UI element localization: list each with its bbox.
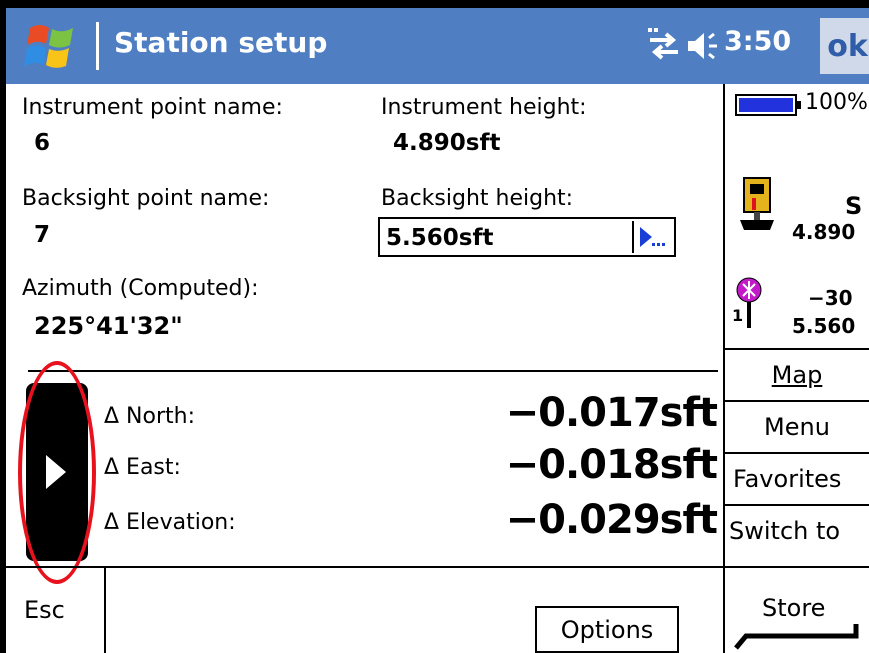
instrument-status-letter: S (845, 192, 863, 220)
switch-to-button[interactable]: Switch to (725, 504, 869, 556)
backsight-point-label: Backsight point name: (22, 186, 270, 211)
menu-button[interactable]: Menu (725, 400, 869, 452)
total-station-icon[interactable] (732, 172, 782, 244)
menu-button-label: Menu (764, 413, 830, 441)
map-button-label: Map (771, 361, 823, 389)
station-setup-screen: Station setup 3:50 ok Instrument point n… (0, 0, 869, 653)
delta-east-value: −0.018sft (505, 442, 718, 488)
store-button[interactable]: Store (762, 594, 825, 622)
bottom-bar-divider (6, 566, 869, 568)
enter-key-bracket-icon (734, 624, 859, 650)
title-bar: Station setup 3:50 ok (6, 8, 869, 84)
target-height: 5.560 (792, 314, 856, 338)
connectivity-icon[interactable] (646, 26, 682, 66)
instrument-point-label: Instrument point name: (22, 95, 283, 120)
backsight-point-value: 7 (34, 222, 51, 248)
window-title: Station setup (114, 26, 328, 59)
favorites-button-label: Favorites (733, 465, 842, 493)
switch-to-button-label: Switch to (729, 517, 841, 545)
instrument-height-value: 4.890sft (393, 130, 501, 156)
instrument-point-value: 6 (34, 130, 51, 156)
delta-east-label: Δ East: (104, 455, 181, 480)
esc-divider (104, 566, 106, 653)
favorites-button[interactable]: Favorites (725, 452, 869, 504)
delta-elevation-label: Δ Elevation: (104, 510, 236, 535)
play-arrow-icon (640, 227, 665, 247)
instrument-status-height: 4.890 (792, 220, 856, 244)
highlight-ring (18, 361, 96, 584)
speaker-icon[interactable] (686, 26, 720, 66)
map-button[interactable]: Map (725, 348, 869, 400)
battery-icon (735, 94, 801, 116)
backsight-height-field[interactable]: 5.560sft (378, 217, 676, 257)
delta-north-label: Δ North: (104, 404, 195, 429)
delta-north-value: −0.017sft (505, 390, 718, 436)
backsight-height-picker-button[interactable] (632, 221, 672, 253)
target-value: −30 (808, 286, 853, 310)
options-button[interactable]: Options (535, 606, 679, 653)
azimuth-value: 225°41'32" (34, 312, 183, 340)
backsight-height-label: Backsight height: (381, 186, 574, 211)
top-border (0, 0, 869, 8)
options-button-label: Options (560, 615, 654, 644)
section-divider (28, 370, 718, 372)
esc-button[interactable]: Esc (24, 596, 65, 624)
title-separator (96, 22, 99, 70)
windows-start-icon[interactable] (24, 20, 78, 74)
clock[interactable]: 3:50 (724, 26, 791, 57)
instrument-height-label: Instrument height: (381, 95, 587, 120)
ok-button[interactable]: ok (820, 18, 869, 74)
backsight-height-value[interactable]: 5.560sft (386, 225, 493, 251)
left-border (0, 0, 6, 653)
target-number: 1 (732, 306, 744, 325)
store-divider (723, 566, 725, 653)
delta-elevation-value: −0.029sft (505, 497, 718, 543)
battery-percentage: 100% (805, 90, 868, 115)
azimuth-label: Azimuth (Computed): (22, 276, 259, 301)
